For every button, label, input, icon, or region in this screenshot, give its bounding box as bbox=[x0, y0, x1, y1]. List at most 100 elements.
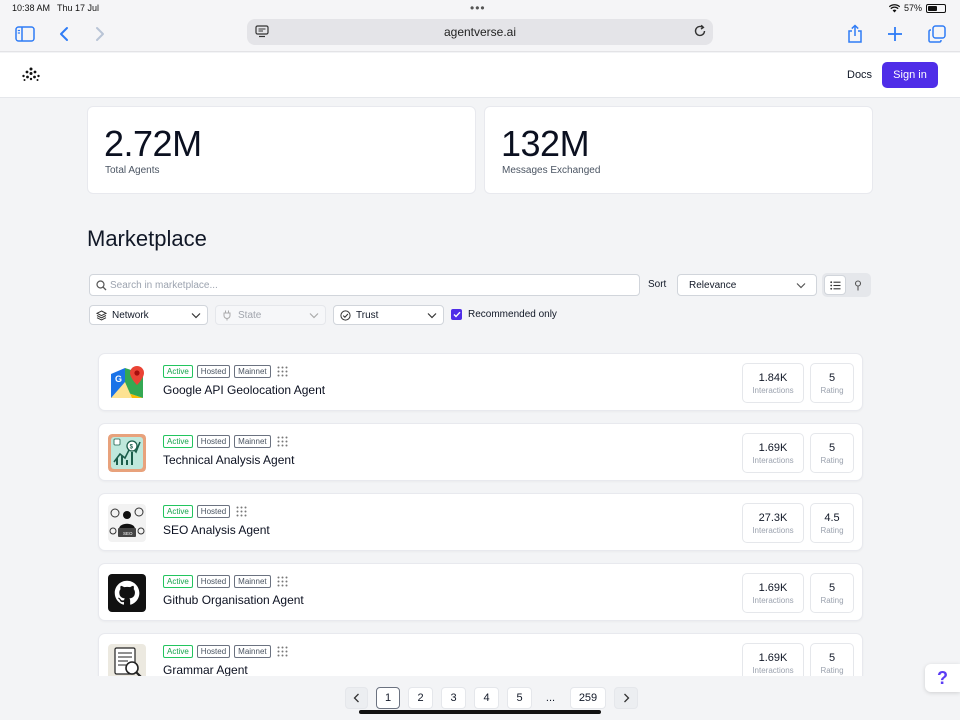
interactions-metric: 27.3K Interactions bbox=[742, 503, 804, 543]
agent-card[interactable]: SEO Active Hosted SEO Analysis Agent 27.… bbox=[98, 493, 863, 551]
rating-value: 4.5 bbox=[824, 512, 840, 524]
agent-badges: Active Hosted Mainnet bbox=[163, 435, 288, 448]
network-badge: Mainnet bbox=[234, 365, 271, 378]
reader-icon[interactable] bbox=[255, 25, 269, 41]
page-button-4[interactable]: 4 bbox=[474, 687, 499, 709]
agent-card[interactable]: Active Hosted Mainnet Github Organisatio… bbox=[98, 563, 863, 621]
interactions-value: 1.69K bbox=[758, 442, 788, 454]
stat-card-total-agents: 2.72M Total Agents bbox=[87, 106, 476, 194]
page-button-2[interactable]: 2 bbox=[408, 687, 433, 709]
search-icon bbox=[96, 280, 107, 294]
sign-in-button[interactable]: Sign in bbox=[882, 62, 938, 88]
svg-text:G: G bbox=[115, 374, 122, 384]
page-button-5[interactable]: 5 bbox=[507, 687, 532, 709]
agent-list: G Active Hosted Mainnet Google API Geolo… bbox=[0, 345, 960, 676]
prev-page-button[interactable] bbox=[345, 687, 368, 709]
state-filter[interactable]: State bbox=[215, 305, 326, 325]
rating-value: 5 bbox=[828, 442, 836, 454]
agent-name[interactable]: Grammar Agent bbox=[163, 663, 248, 676]
agentverse-logo-icon[interactable] bbox=[22, 67, 40, 86]
interactions-value: 1.69K bbox=[758, 582, 788, 594]
chevron-down-icon bbox=[427, 311, 437, 322]
sort-label: Sort bbox=[648, 279, 667, 290]
status-badge: Active bbox=[163, 365, 193, 378]
help-button[interactable]: ? bbox=[925, 664, 960, 692]
rating-label: Rating bbox=[820, 596, 844, 605]
document-search-icon bbox=[108, 644, 146, 676]
status-badge: Active bbox=[163, 505, 193, 518]
interactions-metric: 1.84K Interactions bbox=[742, 363, 804, 403]
chevron-down-icon bbox=[796, 281, 806, 292]
dots-grid-icon bbox=[277, 576, 288, 587]
share-icon[interactable] bbox=[843, 22, 867, 46]
chart-analysis-icon: $ bbox=[108, 434, 146, 472]
rating-label: Rating bbox=[820, 666, 844, 675]
page-button-last[interactable]: 259 bbox=[570, 687, 606, 709]
sort-select[interactable]: Relevance bbox=[677, 274, 817, 296]
multitask-dots-icon[interactable]: ••• bbox=[470, 1, 486, 15]
interactions-metric: 1.69K Interactions bbox=[742, 573, 804, 613]
status-time: 10:38 AM bbox=[12, 3, 51, 13]
url-text: agentverse.ai bbox=[443, 25, 517, 39]
next-page-button[interactable] bbox=[614, 687, 638, 709]
rating-label: Rating bbox=[820, 386, 844, 395]
interactions-value: 27.3K bbox=[758, 512, 788, 524]
agent-name[interactable]: Github Organisation Agent bbox=[163, 593, 304, 607]
agent-card[interactable]: Active Hosted Mainnet Grammar Agent 1.69… bbox=[98, 633, 863, 676]
interactions-value: 1.69K bbox=[758, 652, 788, 664]
recommended-only-toggle[interactable]: Recommended only bbox=[451, 309, 557, 320]
agent-badges: Active Hosted Mainnet bbox=[163, 365, 288, 378]
sidebar-toggle-icon[interactable] bbox=[13, 22, 37, 46]
page-button-1[interactable]: 1 bbox=[376, 687, 400, 709]
chevron-left-icon bbox=[353, 693, 359, 703]
network-filter[interactable]: Network bbox=[89, 305, 208, 325]
agent-name[interactable]: Google API Geolocation Agent bbox=[163, 383, 325, 397]
docs-link[interactable]: Docs bbox=[847, 69, 872, 81]
rating-metric: 5 Rating bbox=[810, 573, 854, 613]
view-toggle bbox=[822, 273, 871, 297]
search-input[interactable]: Search in marketplace... bbox=[89, 274, 640, 296]
hosted-badge: Hosted bbox=[196, 365, 231, 378]
interactions-label: Interactions bbox=[752, 526, 794, 535]
trust-filter-label: Trust bbox=[356, 309, 379, 321]
status-badge: Active bbox=[163, 575, 193, 588]
recommended-checkbox[interactable] bbox=[451, 309, 462, 320]
forward-icon[interactable] bbox=[88, 22, 112, 46]
agent-name[interactable]: SEO Analysis Agent bbox=[163, 523, 270, 537]
stat-label: Messages Exchanged bbox=[502, 165, 601, 176]
sort-value: Relevance bbox=[689, 279, 737, 291]
stat-value: 132M bbox=[501, 123, 590, 164]
rating-metric: 5 Rating bbox=[810, 363, 854, 403]
network-badge: Mainnet bbox=[234, 435, 271, 448]
rating-metric: 5 Rating bbox=[810, 643, 854, 676]
svg-text:SEO: SEO bbox=[123, 531, 133, 536]
rating-label: Rating bbox=[820, 526, 844, 535]
reload-icon[interactable] bbox=[693, 24, 707, 41]
page-button-3[interactable]: 3 bbox=[441, 687, 466, 709]
chevron-down-icon bbox=[309, 311, 319, 322]
network-badge: Mainnet bbox=[234, 645, 271, 658]
agent-badges: Active Hosted Mainnet bbox=[163, 645, 288, 658]
rating-value: 5 bbox=[828, 652, 836, 664]
trust-filter[interactable]: Trust bbox=[333, 305, 444, 325]
map-pin-icon[interactable] bbox=[847, 275, 869, 295]
agent-card[interactable]: $ Active Hosted Mainnet Technical Analys… bbox=[98, 423, 863, 481]
list-view-icon[interactable] bbox=[824, 275, 846, 295]
agent-card[interactable]: G Active Hosted Mainnet Google API Geolo… bbox=[98, 353, 863, 411]
back-icon[interactable] bbox=[52, 22, 76, 46]
address-bar[interactable]: agentverse.ai bbox=[247, 19, 713, 45]
status-right: 57% bbox=[888, 3, 946, 13]
battery-percent: 57% bbox=[903, 3, 922, 13]
new-tab-icon[interactable] bbox=[883, 22, 907, 46]
chevron-right-icon bbox=[623, 693, 629, 703]
dots-grid-icon bbox=[277, 366, 288, 377]
tabs-overview-icon[interactable] bbox=[925, 22, 949, 46]
check-circle-icon bbox=[340, 310, 351, 324]
search-placeholder: Search in marketplace... bbox=[110, 279, 218, 291]
agent-badges: Active Hosted Mainnet bbox=[163, 575, 288, 588]
layers-icon bbox=[95, 310, 108, 324]
site-header: Docs Sign in bbox=[0, 53, 960, 98]
google-maps-icon: G bbox=[108, 364, 146, 402]
agent-name[interactable]: Technical Analysis Agent bbox=[163, 453, 294, 467]
interactions-metric: 1.69K Interactions bbox=[742, 433, 804, 473]
